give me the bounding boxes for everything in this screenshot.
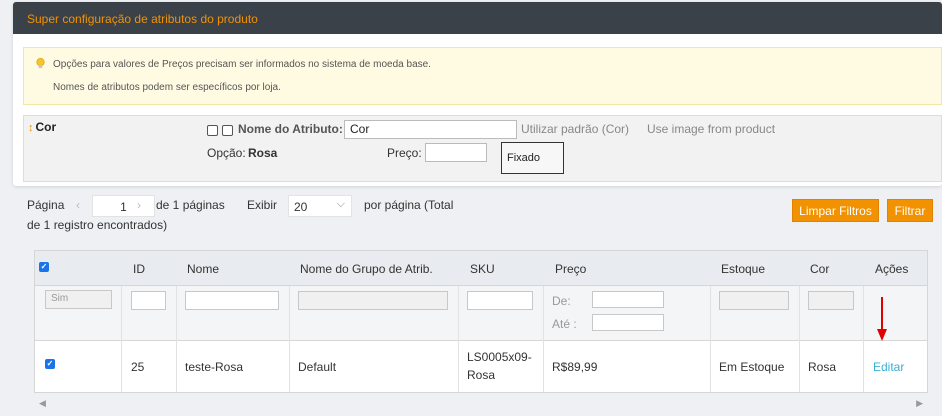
per-page-value: 20 (294, 200, 308, 214)
divider (121, 286, 122, 392)
divider (710, 286, 711, 392)
divider (176, 286, 177, 392)
attribute-name-input[interactable]: Cor (344, 120, 517, 139)
divider (543, 286, 544, 392)
divider (863, 286, 864, 392)
select-all-checkbox[interactable]: ✓ (39, 262, 49, 272)
price-to-label: Até : (552, 317, 577, 331)
price-label: Preço: (387, 146, 422, 160)
attribute-name-label: Nome do Atributo: (238, 122, 343, 136)
row-sku-line2: Rosa (467, 368, 496, 382)
row-stock: Em Estoque (719, 360, 785, 374)
panel-title: Super configuração de atributos do produ… (13, 2, 942, 34)
filter-button[interactable]: Filtrar (887, 199, 933, 222)
price-from-label: De: (552, 294, 571, 308)
page-input[interactable]: 1 (92, 195, 155, 217)
row-attribute-set: Default (298, 360, 337, 374)
attribute-checkbox-1[interactable] (207, 125, 218, 136)
price-input[interactable] (425, 143, 487, 162)
total-records: de 1 registro encontrados) (27, 218, 168, 232)
row-sku-line1: LS0005x09- (467, 350, 532, 364)
annotation-arrow-icon (877, 297, 887, 341)
clear-filters-button[interactable]: Limpar Filtros (792, 199, 879, 222)
show-label: Exibir (247, 198, 278, 212)
attribute-title[interactable]: ↕ Cor (28, 120, 56, 134)
edit-link[interactable]: Editar (873, 360, 904, 374)
use-image-label[interactable]: Use image from product (647, 122, 775, 136)
attribute-checkbox-2[interactable] (222, 125, 233, 136)
attribute-set-filter[interactable] (298, 291, 448, 310)
lightbulb-icon (36, 58, 45, 69)
page-label: Página (27, 198, 65, 212)
row-color: Rosa (808, 360, 837, 374)
col-color[interactable]: Cor (810, 262, 829, 276)
name-filter-input[interactable] (185, 291, 279, 310)
of-pages-text: de 1 páginas (156, 198, 225, 212)
price-to-input[interactable] (592, 314, 664, 331)
scroll-right-icon[interactable]: ▶ (916, 398, 923, 409)
id-filter-input[interactable] (131, 291, 166, 310)
next-page-button[interactable]: › (137, 198, 141, 212)
chevron-down-icon: ⌵ (336, 198, 345, 210)
select-filter[interactable]: Sim (45, 290, 112, 309)
divider (289, 286, 290, 392)
scroll-left-icon[interactable]: ◀ (39, 398, 46, 409)
row-price: R$89,99 (552, 360, 598, 374)
divider (799, 286, 800, 392)
col-stock[interactable]: Estoque (721, 262, 765, 276)
price-from-input[interactable] (592, 291, 664, 308)
prev-page-button[interactable]: ‹ (76, 198, 80, 212)
price-type-select[interactable]: Fixado (501, 142, 564, 174)
super-attribute-panel: Super configuração de atributos do produ… (13, 2, 942, 186)
col-id[interactable]: ID (133, 262, 145, 276)
per-page-select[interactable]: 20 ⌵ (288, 195, 352, 217)
stock-filter[interactable] (719, 291, 789, 310)
row-id: 25 (131, 360, 145, 374)
col-sku[interactable]: SKU (470, 262, 495, 276)
filter-row: Sim De: Até : (35, 286, 927, 341)
col-price[interactable]: Preço (555, 262, 586, 276)
notice-line-prices: Opções para valores de Preços precisam s… (53, 59, 431, 70)
col-attribute-set[interactable]: Nome do Grupo de Atrib. (300, 262, 433, 276)
option-label: Opção: (207, 146, 246, 160)
row-name: teste-Rosa (185, 360, 244, 374)
col-name[interactable]: Nome (187, 262, 219, 276)
horizontal-scrollbar[interactable]: ◀ ▶ (34, 395, 928, 411)
row-checkbox[interactable]: ✓ (45, 359, 55, 369)
price-notice: Opções para valores de Preços precisam s… (23, 47, 942, 105)
divider (458, 286, 459, 392)
sku-filter-input[interactable] (467, 291, 533, 310)
notice-line-names: Nomes de atributos podem ser específicos… (53, 82, 281, 93)
attribute-row: ↕ Cor Nome do Atributo: Cor Utilizar padr… (23, 115, 942, 182)
option-value: Rosa (248, 146, 278, 160)
table-row[interactable]: ✓ 25 teste-Rosa Default LS0005x09- Rosa … (35, 341, 927, 392)
sort-handle-icon[interactable]: ↕ (28, 122, 34, 134)
grid-header: ✓ ID Nome Nome do Grupo de Atrib. SKU Pr… (35, 251, 927, 286)
use-default-label[interactable]: Utilizar padrão (Cor) (521, 122, 629, 136)
per-page-suffix: por página (Total (364, 198, 454, 212)
products-grid: ✓ ID Nome Nome do Grupo de Atrib. SKU Pr… (34, 250, 928, 393)
color-filter[interactable] (808, 291, 854, 310)
col-actions: Ações (875, 262, 909, 276)
